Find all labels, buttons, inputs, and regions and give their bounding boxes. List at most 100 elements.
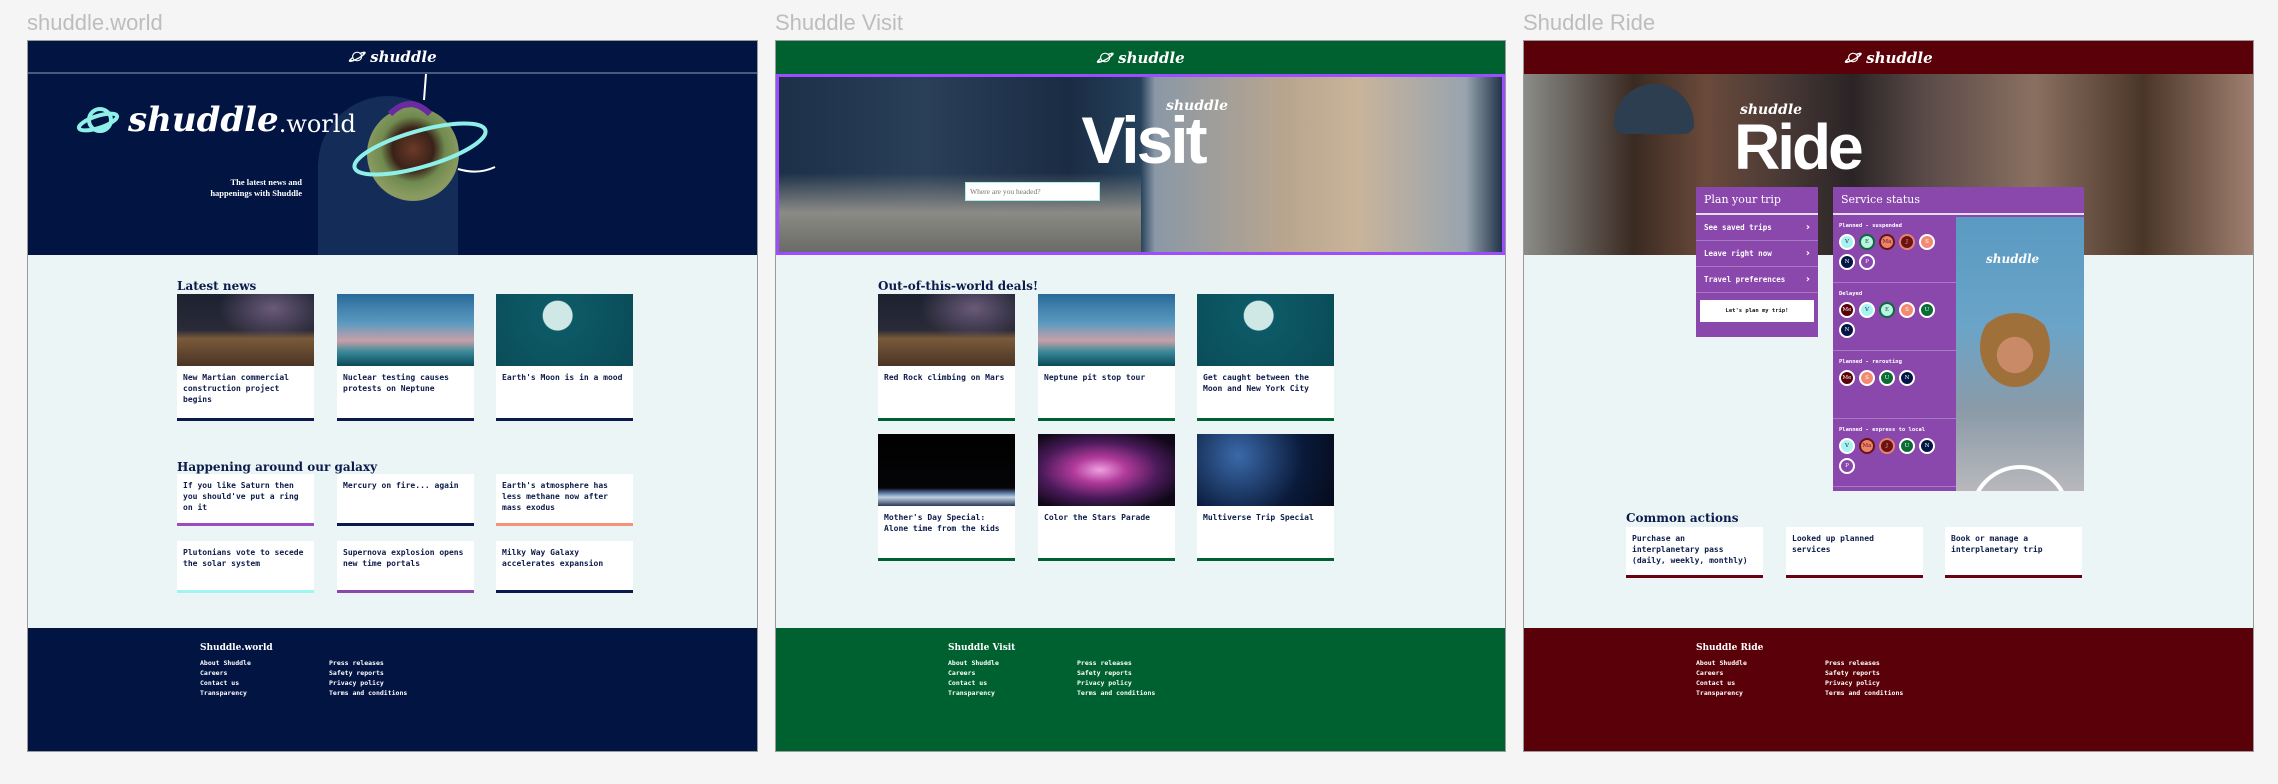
footer-title: Shuddle.world <box>200 643 273 653</box>
footer-links-col1: About Shuddle Careers Contact us Transparen… <box>200 659 251 697</box>
line-badge-me[interactable]: Me <box>1839 302 1855 318</box>
footer-link[interactable]: Terms and conditions <box>1077 689 1155 697</box>
action-title: Purchase an interplanetary pass (daily, … <box>1632 534 1748 565</box>
news-card[interactable]: If you like Saturn then you should've pu… <box>177 474 314 526</box>
action-card[interactable]: Looked up planned services <box>1786 527 1923 578</box>
line-badges: Me S U N <box>1839 370 1939 386</box>
line-badge-n[interactable]: N <box>1919 438 1935 454</box>
line-badge-s[interactable]: S <box>1899 302 1915 318</box>
hero-title: Ride <box>1734 111 1864 183</box>
card-title: Neptune pit stop tour <box>1044 373 1146 382</box>
line-badge-j[interactable]: J <box>1879 438 1895 454</box>
footer-link[interactable]: Careers <box>948 669 999 677</box>
footer-link[interactable]: Transparency <box>948 689 999 697</box>
footer-link[interactable]: Contact us <box>948 679 999 687</box>
plan-menu-item[interactable]: Travel preferences › <box>1696 267 1818 293</box>
news-card[interactable]: Supernova explosion opens new time porta… <box>337 541 474 593</box>
plan-trip-button[interactable]: Let's plan my trip! <box>1700 300 1814 322</box>
news-card[interactable]: Neptune pit stop tour <box>1038 294 1175 421</box>
footer-link[interactable]: Press releases <box>329 659 407 667</box>
footer-link[interactable]: Press releases <box>1077 659 1155 667</box>
card-title: Color the Stars Parade <box>1044 513 1150 522</box>
shuddle-visit-page: 🪐︎ shuddle shuddle Visit Out-of-this-wor… <box>775 40 1506 752</box>
line-badge-u[interactable]: U <box>1879 370 1895 386</box>
footer-link[interactable]: Contact us <box>200 679 251 687</box>
footer-link[interactable]: Terms and conditions <box>329 689 407 697</box>
plan-trip-panel: Plan your trip See saved trips › Leave rig… <box>1696 187 1818 337</box>
destination-search-input[interactable] <box>965 182 1100 201</box>
line-badge-s[interactable]: S <box>1919 234 1935 250</box>
line-badge-e[interactable]: E <box>1879 302 1895 318</box>
footer-link[interactable]: Careers <box>1696 669 1747 677</box>
news-card[interactable]: Earth's Moon is in a mood <box>496 294 633 421</box>
line-badge-e[interactable]: E <box>1859 234 1875 250</box>
footer-link[interactable]: Transparency <box>200 689 251 697</box>
footer: Shuddle Visit About Shuddle Careers Contac… <box>776 628 1505 751</box>
logo-text[interactable]: shuddle <box>1118 49 1184 67</box>
logo-text[interactable]: shuddle <box>370 48 436 66</box>
footer-link[interactable]: Safety reports <box>1077 669 1155 677</box>
plan-menu-item[interactable]: See saved trips › <box>1696 215 1818 241</box>
line-badges: V E Ma J S N P <box>1839 234 1939 270</box>
line-badge-v[interactable]: V <box>1839 438 1855 454</box>
footer-link[interactable]: Safety reports <box>1825 669 1903 677</box>
line-badge-ma[interactable]: Ma <box>1879 234 1895 250</box>
line-badge-p[interactable]: P <box>1839 458 1855 474</box>
footer-link[interactable]: Contact us <box>1696 679 1747 687</box>
logo-text[interactable]: shuddle <box>1866 49 1932 67</box>
footer-link[interactable]: Privacy policy <box>329 679 407 687</box>
line-badge-n[interactable]: N <box>1839 254 1855 270</box>
line-badges: Me V E S U N <box>1839 302 1939 338</box>
card-title: Plutonians vote to secede the solar syst… <box>183 548 304 568</box>
footer-link[interactable]: Press releases <box>1825 659 1903 667</box>
card-image-astronaut <box>878 434 1015 506</box>
news-card[interactable]: Color the Stars Parade <box>1038 434 1175 561</box>
footer-link[interactable]: About Shuddle <box>1696 659 1747 667</box>
news-card[interactable]: Red Rock climbing on Mars <box>878 294 1015 421</box>
card-title: Mercury on fire... again <box>343 481 459 490</box>
latest-news-heading: Latest news <box>177 279 257 293</box>
action-card[interactable]: Purchase an interplanetary pass (daily, … <box>1626 527 1763 578</box>
line-badge-s[interactable]: S <box>1859 370 1875 386</box>
card-image-moon <box>496 294 633 366</box>
card-title: Earth's atmosphere has less methane now … <box>502 481 608 512</box>
card-image-moon <box>1197 294 1334 366</box>
status-group: Delayed Me V E S U N <box>1833 283 1956 351</box>
line-badge-j[interactable]: J <box>1899 234 1915 250</box>
news-card[interactable]: Mother's Day Special: Alone time from th… <box>878 434 1015 561</box>
footer-links-col1: About Shuddle Careers Contact us Transparen… <box>1696 659 1747 697</box>
line-badge-u[interactable]: U <box>1919 302 1935 318</box>
footer-link[interactable]: About Shuddle <box>948 659 999 667</box>
news-card[interactable]: Nuclear testing causes protests on Neptu… <box>337 294 474 421</box>
news-card[interactable]: Milky Way Galaxy accelerates expansion <box>496 541 633 593</box>
news-card[interactable]: New Martian commercial construction proj… <box>177 294 314 421</box>
news-card[interactable]: Mercury on fire... again <box>337 474 474 526</box>
service-status-panel: Service status Planned - suspended V E Ma J S… <box>1833 187 2084 491</box>
plan-menu-item[interactable]: Leave right now › <box>1696 241 1818 267</box>
card-title: Supernova explosion opens new time porta… <box>343 548 464 568</box>
line-badge-ma[interactable]: Ma <box>1859 438 1875 454</box>
footer-link[interactable]: Careers <box>200 669 251 677</box>
footer-link[interactable]: Transparency <box>1696 689 1747 697</box>
line-badge-me[interactable]: Me <box>1839 370 1855 386</box>
news-card[interactable]: Multiverse Trip Special <box>1197 434 1334 561</box>
line-badge-n[interactable]: N <box>1839 322 1855 338</box>
footer-link[interactable]: Privacy policy <box>1825 679 1903 687</box>
footer-link[interactable]: Privacy policy <box>1077 679 1155 687</box>
line-badge-u[interactable]: U <box>1899 438 1915 454</box>
line-badge-v[interactable]: V <box>1859 302 1875 318</box>
menu-item-label: Leave right now <box>1704 249 1772 258</box>
footer-link[interactable]: Terms and conditions <box>1825 689 1903 697</box>
footer-link[interactable]: Safety reports <box>329 669 407 677</box>
hero-title: Visit <box>1081 103 1207 177</box>
line-badge-v[interactable]: V <box>1839 234 1855 250</box>
line-badge-n[interactable]: N <box>1899 370 1915 386</box>
action-card[interactable]: Book or manage a interplanetary trip <box>1945 527 2082 578</box>
news-card[interactable]: Earth's atmosphere has less methane now … <box>496 474 633 526</box>
frame-label-ride: Shuddle Ride <box>1523 10 1656 35</box>
footer: Shuddle.world About Shuddle Careers Contac… <box>28 628 757 751</box>
footer-link[interactable]: About Shuddle <box>200 659 251 667</box>
line-badge-p[interactable]: P <box>1859 254 1875 270</box>
news-card[interactable]: Plutonians vote to secede the solar syst… <box>177 541 314 593</box>
news-card[interactable]: Get caught between the Moon and New York… <box>1197 294 1334 421</box>
